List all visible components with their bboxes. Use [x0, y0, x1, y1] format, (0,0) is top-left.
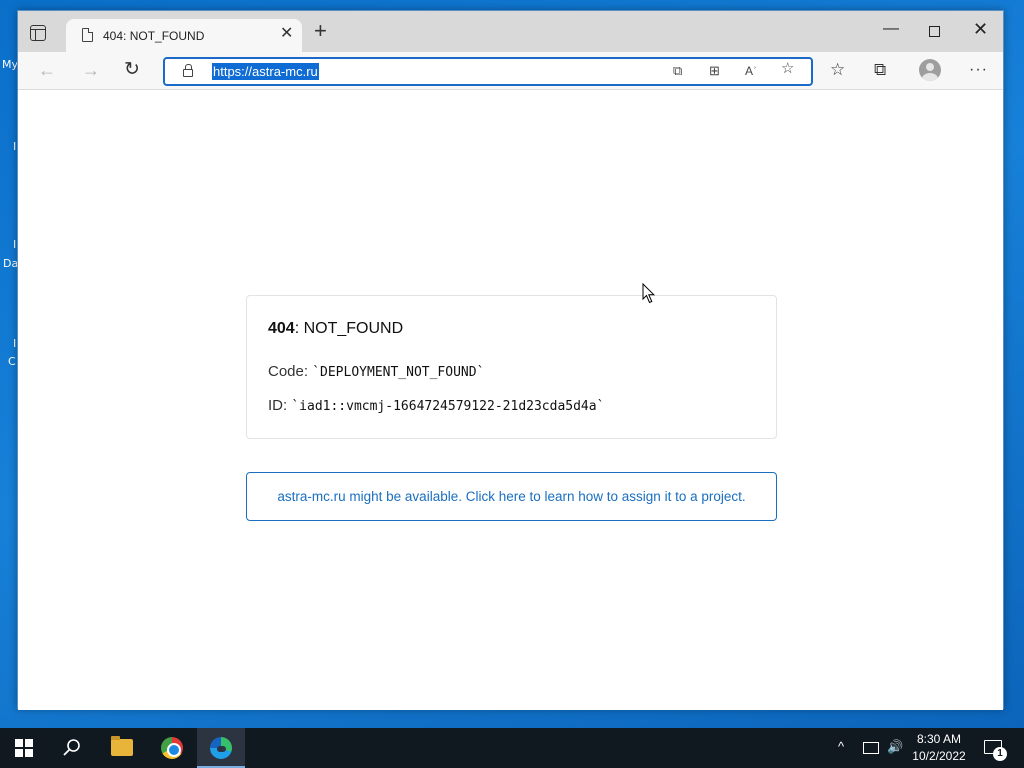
id-label: ID:: [268, 397, 292, 414]
clock-time: 8:30 AM: [916, 732, 962, 746]
favorites-icon[interactable]: ☆: [830, 60, 845, 80]
notification-badge: 1: [993, 747, 1007, 761]
desktop-icon-label[interactable]: My: [2, 58, 18, 71]
desktop-icon-label[interactable]: I: [13, 337, 16, 350]
more-menu-icon[interactable]: ···: [969, 60, 988, 80]
chrome-icon[interactable]: [161, 737, 183, 759]
new-tab-button[interactable]: +: [314, 20, 327, 42]
error-heading: 404: NOT_FOUND: [268, 320, 403, 338]
page-icon: [82, 28, 93, 42]
maximize-button[interactable]: [929, 26, 940, 37]
collections-icon[interactable]: ⧉: [874, 60, 886, 80]
close-window-button[interactable]: ✕: [973, 20, 988, 38]
minimize-button[interactable]: —: [883, 20, 899, 38]
app-available-icon[interactable]: ⧉: [673, 63, 682, 79]
refresh-button[interactable]: ↻: [124, 60, 140, 80]
page-content: 404: NOT_FOUND Code: `DEPLOYMENT_NOT_FOU…: [18, 91, 1003, 710]
file-explorer-icon[interactable]: [111, 736, 133, 756]
code-label: Code:: [268, 363, 313, 380]
tab-title: 404: NOT_FOUND: [103, 29, 205, 43]
network-icon[interactable]: [863, 742, 879, 754]
address-bar[interactable]: https://astra-mc.ru ⧉ ⊞ Aʾ ☆: [163, 57, 813, 86]
volume-icon[interactable]: 🔊: [887, 739, 903, 755]
forward-button[interactable]: →: [82, 60, 100, 80]
edge-taskbar-button[interactable]: [197, 728, 245, 768]
desktop-icon-label[interactable]: I: [13, 238, 16, 251]
show-hidden-icons-icon[interactable]: ^: [838, 739, 844, 755]
read-aloud-icon[interactable]: Aʾ: [745, 63, 757, 79]
error-card: 404: NOT_FOUND Code: `DEPLOYMENT_NOT_FOU…: [246, 295, 777, 439]
lock-icon[interactable]: [183, 64, 193, 77]
profile-avatar[interactable]: [919, 59, 941, 81]
id-value: `iad1::vmcmj-1664724579122-21d23cda5d4a`: [291, 399, 605, 414]
desktop-icon-label[interactable]: Da: [3, 257, 18, 270]
url-text[interactable]: https://astra-mc.ru: [212, 63, 319, 80]
assign-domain-link[interactable]: astra-mc.ru might be available. Click he…: [246, 472, 777, 521]
error-separator: :: [294, 320, 304, 337]
desktop-icon-label[interactable]: I: [13, 140, 16, 153]
clock[interactable]: 8:30 AM 10/2/2022: [912, 731, 966, 765]
error-code: 404: [268, 320, 295, 337]
error-id-line: ID: `iad1::vmcmj-1664724579122-21d23cda5…: [268, 397, 604, 414]
error-name: NOT_FOUND: [303, 320, 404, 337]
tab-close-icon[interactable]: ✕: [280, 26, 293, 42]
search-icon[interactable]: [62, 738, 82, 758]
tab-active[interactable]: 404: NOT_FOUND ✕: [66, 19, 302, 52]
edge-icon: [210, 737, 232, 759]
mouse-cursor-icon: [642, 283, 656, 304]
desktop-icon-label[interactable]: C: [8, 355, 16, 368]
browser-toolbar: ← → ↻ https://astra-mc.ru ⧉ ⊞ Aʾ ☆ ☆ ⧉ ·…: [18, 52, 1003, 90]
error-code-line: Code: `DEPLOYMENT_NOT_FOUND`: [268, 363, 484, 380]
tab-strip: 404: NOT_FOUND ✕ + — ✕: [18, 11, 1003, 52]
clock-date: 10/2/2022: [912, 749, 966, 763]
code-value: `DEPLOYMENT_NOT_FOUND`: [312, 365, 485, 380]
taskbar: ^ 🔊 8:30 AM 10/2/2022 1: [0, 728, 1024, 768]
back-button[interactable]: ←: [38, 60, 56, 80]
tab-actions-icon[interactable]: [30, 25, 46, 41]
add-favorite-icon[interactable]: ☆: [781, 61, 794, 77]
qr-code-icon[interactable]: ⊞: [709, 63, 720, 79]
browser-window: 404: NOT_FOUND ✕ + — ✕ ← → ↻ https://ast…: [17, 10, 1004, 710]
start-button[interactable]: [15, 739, 33, 757]
